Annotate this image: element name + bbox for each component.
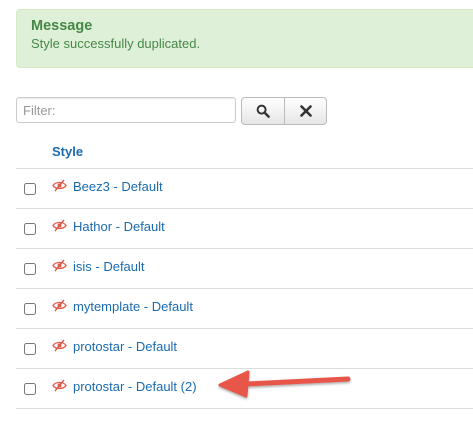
table-row: mytemplate - Default [16, 289, 473, 329]
row-checkbox[interactable] [24, 183, 36, 195]
eye-slash-icon [52, 339, 67, 352]
style-link[interactable]: protostar - Default [73, 339, 177, 354]
eye-slash-icon [52, 259, 67, 272]
row-checkbox[interactable] [24, 303, 36, 315]
style-link[interactable]: Hathor - Default [73, 219, 165, 234]
search-icon [256, 104, 270, 118]
row-checkbox[interactable] [24, 223, 36, 235]
message-text: Style successfully duplicated. [31, 36, 201, 51]
table-row: isis - Default [16, 249, 473, 289]
row-checkbox[interactable] [24, 383, 36, 395]
style-link[interactable]: protostar - Default (2) [73, 379, 197, 394]
eye-slash-icon [52, 299, 67, 312]
eye-slash-icon [52, 179, 67, 192]
table-row: Hathor - Default [16, 209, 473, 249]
success-message: Message Style successfully duplicated. [16, 9, 473, 68]
table-row: Beez3 - Default [16, 169, 473, 209]
arrow-left-icon [218, 370, 351, 398]
clear-button[interactable] [284, 97, 327, 125]
eye-slash-icon [52, 219, 67, 232]
close-icon [299, 105, 312, 117]
eye-slash-icon [52, 379, 67, 392]
column-header-style[interactable]: Style [52, 144, 83, 159]
table-header: Style [16, 137, 473, 169]
style-link[interactable]: Beez3 - Default [73, 179, 163, 194]
style-link[interactable]: isis - Default [73, 259, 145, 274]
filter-input[interactable] [16, 97, 236, 123]
message-heading: Message [31, 18, 93, 34]
style-link[interactable]: mytemplate - Default [73, 299, 193, 314]
row-checkbox[interactable] [24, 343, 36, 355]
row-checkbox[interactable] [24, 263, 36, 275]
table-row: protostar - Default [16, 329, 473, 369]
search-button[interactable] [241, 97, 285, 125]
